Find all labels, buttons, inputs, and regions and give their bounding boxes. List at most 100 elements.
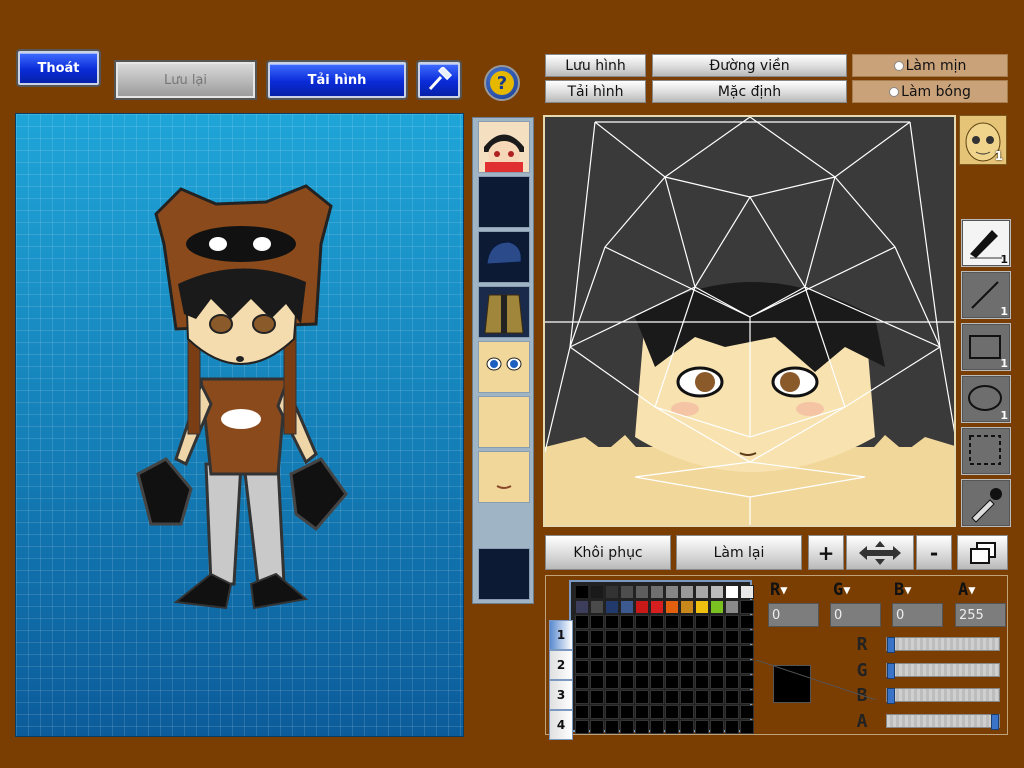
- palette-cell[interactable]: [605, 690, 619, 704]
- palette-cell[interactable]: [590, 660, 604, 674]
- palette-cell[interactable]: [710, 630, 724, 644]
- palette-cell[interactable]: [620, 705, 634, 719]
- palette-cell[interactable]: [575, 705, 589, 719]
- help-button[interactable]: ?: [484, 65, 520, 101]
- palette-cell[interactable]: [635, 705, 649, 719]
- palette-cell[interactable]: [665, 660, 679, 674]
- palette-cell[interactable]: [680, 660, 694, 674]
- palette-tab-3[interactable]: 3: [549, 680, 573, 710]
- palette-swatch[interactable]: [605, 600, 619, 614]
- layer-helmet[interactable]: [478, 231, 530, 283]
- move-button[interactable]: [846, 535, 914, 570]
- palette-cell[interactable]: [710, 675, 724, 689]
- palette-cell[interactable]: [665, 615, 679, 629]
- palette-cell[interactable]: [650, 720, 664, 734]
- palette-swatch[interactable]: [710, 600, 724, 614]
- palette-cell[interactable]: [620, 675, 634, 689]
- character-preview[interactable]: [15, 113, 464, 737]
- palette-cell[interactable]: [605, 630, 619, 644]
- palette-cell[interactable]: [635, 720, 649, 734]
- green-value-field[interactable]: 0: [830, 603, 881, 627]
- palette-cell[interactable]: [710, 690, 724, 704]
- palette-cell[interactable]: [740, 600, 754, 614]
- pen-tool[interactable]: 1: [961, 219, 1011, 267]
- face-layer-thumbnail[interactable]: 1: [959, 115, 1007, 165]
- palette-swatch[interactable]: [650, 600, 664, 614]
- zoom-out-button[interactable]: -: [916, 535, 952, 570]
- palette-cell[interactable]: [635, 615, 649, 629]
- palette-cell[interactable]: [590, 720, 604, 734]
- selection-tool[interactable]: [961, 427, 1011, 475]
- palette-swatch[interactable]: [665, 600, 679, 614]
- palette-swatch[interactable]: [590, 600, 604, 614]
- palette-swatch[interactable]: [620, 585, 634, 599]
- palette-cell[interactable]: [725, 675, 739, 689]
- redo-button[interactable]: Làm lại: [676, 535, 802, 570]
- palette-cell[interactable]: [710, 615, 724, 629]
- palette-cell[interactable]: [620, 645, 634, 659]
- palette-cell[interactable]: [650, 615, 664, 629]
- layer-face-base[interactable]: [478, 396, 530, 448]
- palette-cell[interactable]: [590, 615, 604, 629]
- palette-cell[interactable]: [695, 615, 709, 629]
- palette-swatch[interactable]: [575, 585, 589, 599]
- palette-cell[interactable]: [665, 720, 679, 734]
- eyedropper-tool[interactable]: [961, 479, 1011, 527]
- palette-cell[interactable]: [650, 630, 664, 644]
- palette-swatch[interactable]: [635, 600, 649, 614]
- palette-cell[interactable]: [725, 615, 739, 629]
- palette-cell[interactable]: [680, 645, 694, 659]
- palette-cell[interactable]: [605, 615, 619, 629]
- save-button[interactable]: Lưu lại: [116, 62, 255, 98]
- palette-cell[interactable]: [665, 630, 679, 644]
- palette-swatch[interactable]: [710, 585, 724, 599]
- line-tool[interactable]: 1: [961, 271, 1011, 319]
- palette-cell[interactable]: [740, 615, 754, 629]
- palette-tab-2[interactable]: 2: [549, 650, 573, 680]
- palette-swatch[interactable]: [605, 585, 619, 599]
- rectangle-tool[interactable]: 1: [961, 323, 1011, 371]
- default-button[interactable]: Mặc định: [652, 80, 847, 103]
- layer-face-portrait[interactable]: [478, 121, 530, 173]
- palette-cell[interactable]: [650, 660, 664, 674]
- palette-cell[interactable]: [725, 720, 739, 734]
- palette-cell[interactable]: [665, 705, 679, 719]
- palette-cell[interactable]: [620, 690, 634, 704]
- layer-eyes[interactable]: [478, 341, 530, 393]
- layer-jacket[interactable]: [478, 286, 530, 338]
- palette-cell[interactable]: [605, 705, 619, 719]
- palette-cell[interactable]: [695, 675, 709, 689]
- palette-cell[interactable]: [740, 645, 754, 659]
- load-image-button-2[interactable]: Tải hình: [545, 80, 646, 103]
- palette-swatch[interactable]: [695, 600, 709, 614]
- palette-cell[interactable]: [635, 675, 649, 689]
- palette-cell[interactable]: [605, 660, 619, 674]
- palette-cell[interactable]: [725, 660, 739, 674]
- palette-cell[interactable]: [710, 705, 724, 719]
- palette-cell[interactable]: [710, 645, 724, 659]
- palette-cell[interactable]: [575, 720, 589, 734]
- outline-button[interactable]: Đường viền: [652, 54, 847, 77]
- red-value-field[interactable]: 0: [768, 603, 819, 627]
- palette-cell[interactable]: [695, 645, 709, 659]
- palette-cell[interactable]: [740, 630, 754, 644]
- palette-cell[interactable]: [650, 645, 664, 659]
- shade-radio[interactable]: Làm bóng: [852, 80, 1008, 103]
- layer-empty[interactable]: [478, 548, 530, 600]
- palette-cell[interactable]: [590, 630, 604, 644]
- green-slider[interactable]: [886, 663, 1000, 679]
- palette-cell[interactable]: [590, 705, 604, 719]
- palette-cell[interactable]: [695, 630, 709, 644]
- palette-cell[interactable]: [590, 675, 604, 689]
- palette-cell[interactable]: [605, 720, 619, 734]
- palette-cell[interactable]: [620, 615, 634, 629]
- palette-cell[interactable]: [650, 705, 664, 719]
- palette-cell[interactable]: [665, 690, 679, 704]
- zoom-in-button[interactable]: +: [808, 535, 844, 570]
- palette-swatch[interactable]: [575, 600, 589, 614]
- palette-cell[interactable]: [665, 645, 679, 659]
- palette-cell[interactable]: [590, 645, 604, 659]
- palette-cell[interactable]: [710, 660, 724, 674]
- save-image-button[interactable]: Lưu hình: [545, 54, 646, 77]
- ellipse-tool[interactable]: 1: [961, 375, 1011, 423]
